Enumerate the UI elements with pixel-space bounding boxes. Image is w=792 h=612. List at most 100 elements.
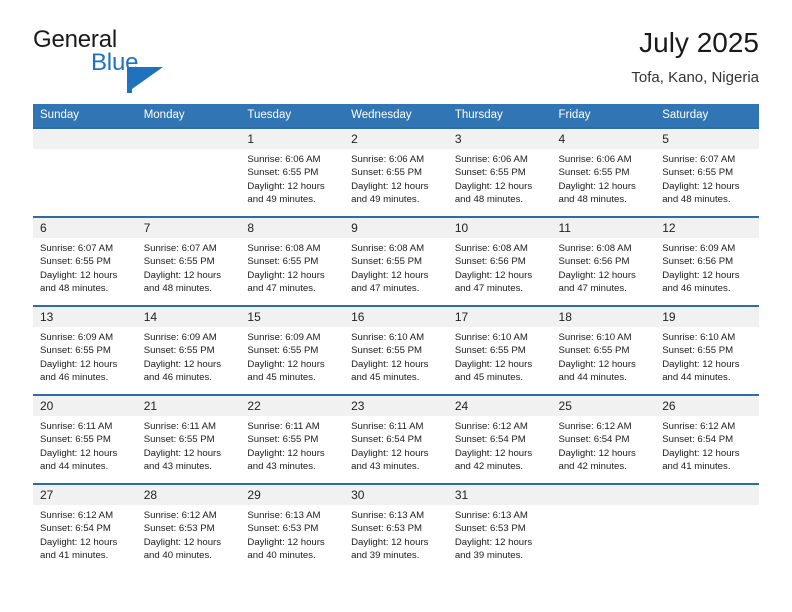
sunrise-text: Sunrise: 6:07 AM [143, 243, 217, 254]
daylight-text: Daylight: 12 hours [558, 447, 636, 459]
calendar-day-cell[interactable]: 16 Sunrise: 6:10 AM Sunset: 6:55 PM Dayligh… [344, 305, 448, 394]
calendar-day-cell[interactable]: 25 Sunrise: 6:12 AM Sunset: 6:54 PM Dayligh… [551, 394, 656, 483]
calendar-day-cell [551, 483, 656, 572]
day-cell-inner: 20 Sunrise: 6:11 AM Sunset: 6:55 PM Dayligh… [33, 394, 137, 483]
day-number: 9 [344, 216, 448, 238]
calendar-day-cell[interactable]: 8 Sunrise: 6:08 AM Sunset: 6:55 PM Daylight… [240, 216, 345, 305]
calendar-day-cell[interactable]: 30 Sunrise: 6:13 AM Sunset: 6:53 PM Dayligh… [344, 483, 448, 572]
sunrise-text: Sunrise: 6:08 AM [558, 243, 632, 254]
calendar-day-cell[interactable]: 14 Sunrise: 6:09 AM Sunset: 6:55 PM Dayligh… [136, 305, 241, 394]
sunset-text: Sunset: 6:54 PM [662, 434, 734, 446]
day-sun-details: Sunrise: 6:06 AM Sunset: 6:55 PM Daylight:… [448, 149, 552, 207]
day-cell-inner: 18 Sunrise: 6:10 AM Sunset: 6:55 PM Dayligh… [551, 305, 656, 394]
calendar-day-cell[interactable]: 22 Sunrise: 6:11 AM Sunset: 6:55 PM Dayligh… [240, 394, 345, 483]
calendar-day-cell[interactable]: 6 Sunrise: 6:07 AM Sunset: 6:55 PM Daylight… [33, 216, 137, 305]
day-sun-details: Sunrise: 6:06 AM Sunset: 6:55 PM Daylight:… [552, 149, 656, 207]
sunset-text: Sunset: 6:53 PM [247, 523, 319, 535]
day-number: 12 [655, 216, 759, 238]
daylight-text: and 39 minutes. [454, 550, 524, 562]
calendar-day-cell[interactable]: 9 Sunrise: 6:08 AM Sunset: 6:55 PM Daylight… [344, 216, 448, 305]
location-subtitle: Tofa, Kano, Nigeria [631, 69, 759, 86]
calendar-day-cell[interactable]: 19 Sunrise: 6:10 AM Sunset: 6:55 PM Dayligh… [655, 305, 759, 394]
day-sun-details: Sunrise: 6:09 AM Sunset: 6:56 PM Daylight:… [655, 238, 759, 296]
calendar-day-cell[interactable]: 13 Sunrise: 6:09 AM Sunset: 6:55 PM Dayligh… [33, 305, 137, 394]
sunrise-text: Sunrise: 6:11 AM [40, 421, 113, 432]
calendar-day-cell[interactable]: 1 Sunrise: 6:06 AM Sunset: 6:55 PM Daylight… [240, 127, 345, 216]
daylight-text: Daylight: 12 hours [247, 447, 325, 459]
day-cell-inner: 13 Sunrise: 6:09 AM Sunset: 6:55 PM Dayligh… [33, 305, 137, 394]
daylight-text: and 48 minutes. [662, 194, 731, 206]
daylight-text: and 42 minutes. [558, 461, 627, 473]
calendar-day-cell[interactable]: 26 Sunrise: 6:12 AM Sunset: 6:54 PM Dayligh… [655, 394, 759, 483]
day-sun-details: Sunrise: 6:12 AM Sunset: 6:53 PM Daylight:… [137, 505, 241, 563]
day-sun-details: Sunrise: 6:08 AM Sunset: 6:56 PM Daylight:… [552, 238, 656, 296]
calendar-day-cell[interactable]: 2 Sunrise: 6:06 AM Sunset: 6:55 PM Daylight… [344, 127, 448, 216]
day-sun-details: Sunrise: 6:06 AM Sunset: 6:55 PM Daylight:… [240, 149, 344, 207]
sunrise-text: Sunrise: 6:08 AM [247, 243, 321, 254]
daylight-text: Daylight: 12 hours [143, 358, 222, 370]
sunrise-text: Sunrise: 6:06 AM [351, 154, 425, 165]
calendar-day-cell[interactable]: 12 Sunrise: 6:09 AM Sunset: 6:56 PM Dayligh… [655, 216, 759, 305]
calendar-day-cell[interactable]: 10 Sunrise: 6:08 AM Sunset: 6:56 PM Dayligh… [447, 216, 552, 305]
day-cell-inner: 5 Sunrise: 6:07 AM Sunset: 6:55 PM Daylight… [655, 127, 759, 216]
calendar-day-cell[interactable]: 4 Sunrise: 6:06 AM Sunset: 6:55 PM Daylight… [551, 127, 656, 216]
sunset-text: Sunset: 6:55 PM [662, 167, 734, 179]
calendar-day-cell[interactable]: 29 Sunrise: 6:13 AM Sunset: 6:53 PM Dayligh… [240, 483, 345, 572]
daylight-text: and 46 minutes. [40, 372, 109, 384]
calendar-day-cell[interactable]: 18 Sunrise: 6:10 AM Sunset: 6:55 PM Dayligh… [551, 305, 656, 394]
day-sun-details: Sunrise: 6:11 AM Sunset: 6:55 PM Daylight:… [33, 416, 137, 474]
day-sun-details: Sunrise: 6:10 AM Sunset: 6:55 PM Daylight:… [552, 327, 656, 385]
day-cell-inner: 22 Sunrise: 6:11 AM Sunset: 6:55 PM Dayligh… [240, 394, 345, 483]
calendar-day-cell[interactable]: 11 Sunrise: 6:08 AM Sunset: 6:56 PM Dayligh… [551, 216, 656, 305]
day-cell-inner: 10 Sunrise: 6:08 AM Sunset: 6:56 PM Dayligh… [447, 216, 552, 305]
calendar-day-cell[interactable]: 28 Sunrise: 6:12 AM Sunset: 6:53 PM Dayligh… [136, 483, 241, 572]
calendar-day-cell[interactable]: 17 Sunrise: 6:10 AM Sunset: 6:55 PM Dayligh… [447, 305, 552, 394]
calendar-day-cell[interactable]: 7 Sunrise: 6:07 AM Sunset: 6:55 PM Daylight… [136, 216, 241, 305]
calendar-day-cell[interactable]: 21 Sunrise: 6:11 AM Sunset: 6:55 PM Dayligh… [136, 394, 241, 483]
daylight-text: Daylight: 12 hours [351, 358, 429, 370]
title-block: July 2025 Tofa, Kano, Nigeria [631, 26, 759, 88]
day-sun-details: Sunrise: 6:12 AM Sunset: 6:54 PM Daylight:… [655, 416, 759, 474]
daylight-text: Daylight: 12 hours [40, 269, 118, 281]
day-number: 17 [447, 305, 552, 327]
calendar-body: 1 Sunrise: 6:06 AM Sunset: 6:55 PM Daylight… [33, 127, 759, 572]
day-cell-inner: 23 Sunrise: 6:11 AM Sunset: 6:54 PM Dayligh… [344, 394, 448, 483]
day-number: 21 [136, 394, 241, 416]
sunrise-text: Sunrise: 6:12 AM [143, 510, 217, 521]
day-sun-details: Sunrise: 6:13 AM Sunset: 6:53 PM Daylight:… [344, 505, 448, 563]
sunrise-text: Sunrise: 6:12 AM [40, 510, 114, 521]
sunset-text: Sunset: 6:55 PM [247, 256, 319, 268]
daylight-text: and 45 minutes. [351, 372, 420, 384]
sunset-text: Sunset: 6:54 PM [40, 523, 111, 535]
daylight-text: Daylight: 12 hours [143, 536, 222, 548]
calendar-day-cell [33, 127, 137, 216]
day-sun-details: Sunrise: 6:12 AM Sunset: 6:54 PM Daylight:… [552, 416, 656, 474]
day-sun-details: Sunrise: 6:09 AM Sunset: 6:55 PM Daylight:… [240, 327, 344, 385]
day-cell-inner: 9 Sunrise: 6:08 AM Sunset: 6:55 PM Daylight… [344, 216, 448, 305]
day-cell-inner: 7 Sunrise: 6:07 AM Sunset: 6:55 PM Daylight… [136, 216, 241, 305]
day-number: 27 [33, 483, 137, 505]
sunrise-text: Sunrise: 6:13 AM [351, 510, 425, 521]
day-number: 10 [447, 216, 552, 238]
day-cell-inner [33, 127, 137, 216]
sunrise-text: Sunrise: 6:09 AM [40, 332, 114, 343]
calendar-day-cell[interactable]: 27 Sunrise: 6:12 AM Sunset: 6:54 PM Dayligh… [33, 483, 137, 572]
calendar-day-cell[interactable]: 31 Sunrise: 6:13 AM Sunset: 6:53 PM Dayligh… [447, 483, 552, 572]
calendar-day-cell[interactable]: 20 Sunrise: 6:11 AM Sunset: 6:55 PM Dayligh… [33, 394, 137, 483]
day-cell-inner: 11 Sunrise: 6:08 AM Sunset: 6:56 PM Dayligh… [551, 216, 656, 305]
day-cell-inner: 2 Sunrise: 6:06 AM Sunset: 6:55 PM Daylight… [344, 127, 448, 216]
calendar-day-cell[interactable]: 5 Sunrise: 6:07 AM Sunset: 6:55 PM Daylight… [655, 127, 759, 216]
calendar-day-cell[interactable]: 15 Sunrise: 6:09 AM Sunset: 6:55 PM Dayligh… [240, 305, 345, 394]
sunrise-text: Sunrise: 6:06 AM [247, 154, 321, 165]
day-cell-inner: 4 Sunrise: 6:06 AM Sunset: 6:55 PM Daylight… [551, 127, 656, 216]
weekday-header-tuesday: Tuesday [240, 104, 345, 127]
day-sun-details: Sunrise: 6:12 AM Sunset: 6:54 PM Daylight:… [448, 416, 552, 474]
day-cell-inner: 26 Sunrise: 6:12 AM Sunset: 6:54 PM Dayligh… [655, 394, 759, 483]
day-cell-inner: 15 Sunrise: 6:09 AM Sunset: 6:55 PM Dayligh… [240, 305, 345, 394]
daylight-text: and 45 minutes. [247, 372, 316, 384]
calendar-day-cell[interactable]: 24 Sunrise: 6:12 AM Sunset: 6:54 PM Dayligh… [447, 394, 552, 483]
calendar-day-cell[interactable]: 23 Sunrise: 6:11 AM Sunset: 6:54 PM Dayligh… [344, 394, 448, 483]
calendar-day-cell[interactable]: 3 Sunrise: 6:06 AM Sunset: 6:55 PM Daylight… [447, 127, 552, 216]
day-cell-inner: 12 Sunrise: 6:09 AM Sunset: 6:56 PM Dayligh… [655, 216, 759, 305]
daylight-text: and 43 minutes. [351, 461, 420, 473]
